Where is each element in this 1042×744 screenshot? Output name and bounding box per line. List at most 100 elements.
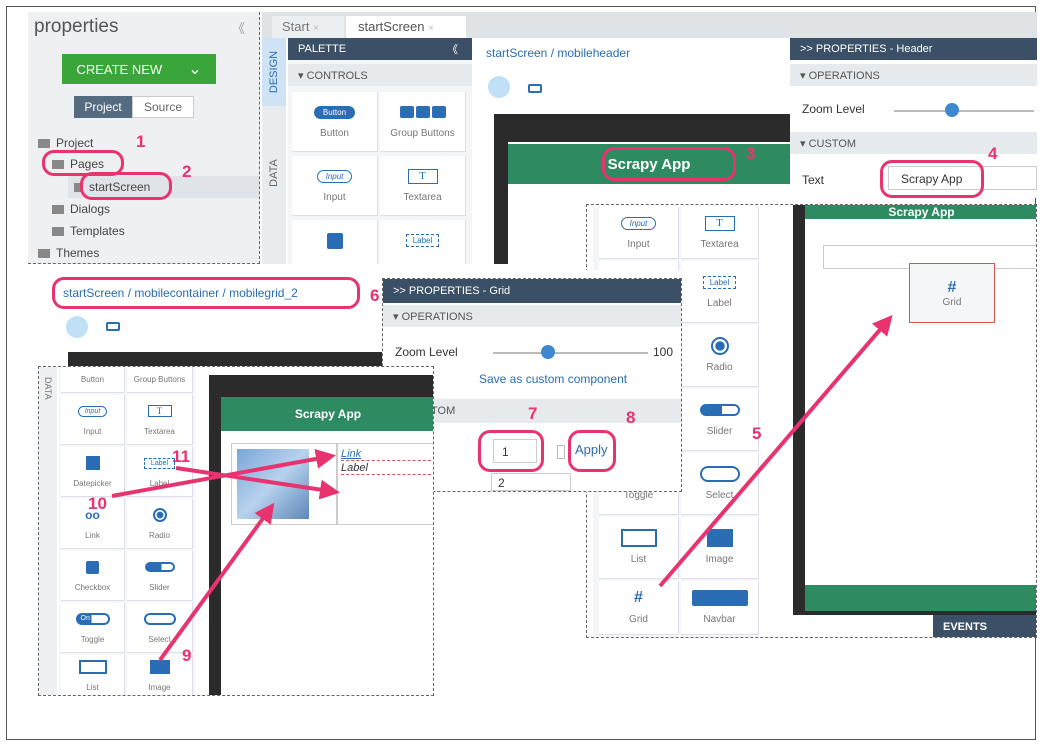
palette-input[interactable]: Input Input [599, 207, 679, 259]
tile-label: Link [85, 531, 100, 540]
palette-textarea[interactable]: T Textarea [380, 156, 466, 216]
phone-icon[interactable] [488, 76, 510, 98]
select-icon [699, 466, 740, 482]
checkbox-icon [86, 560, 99, 574]
palette-group-buttons[interactable]: Group Buttons [380, 92, 466, 152]
folder-icon [52, 205, 64, 215]
palette-datepicker[interactable]: Datepicker [61, 447, 125, 497]
properties-grid-title: >> PROPERTIES - Grid [383, 279, 681, 303]
create-new-button[interactable]: CREATE NEW ⌄ [62, 54, 216, 84]
palette-label[interactable]: Label Label [681, 261, 759, 323]
close-icon[interactable]: × [428, 23, 434, 34]
tab-start[interactable]: Start × [272, 16, 344, 38]
tablet-icon[interactable] [106, 322, 120, 331]
breadcrumb[interactable]: startScreen / mobileheader [486, 46, 630, 60]
tile-label: List [86, 683, 99, 692]
grid-label: Label [341, 462, 431, 475]
tree-item-templates[interactable]: Templates [52, 224, 125, 238]
tile-label: Label [149, 479, 170, 488]
controls-section[interactable]: ▾ CONTROLS [288, 64, 472, 86]
palette-button[interactable]: Button Button [292, 92, 378, 152]
properties-header-title: >> PROPERTIES - Header [790, 38, 1037, 60]
highlight-text-field [880, 160, 984, 198]
tile-label: Radio [149, 531, 170, 540]
stepper-icon[interactable] [557, 445, 565, 459]
palette-input[interactable]: Input Input [292, 156, 378, 216]
palette-select[interactable]: Select [681, 453, 759, 515]
grid-link[interactable]: Link [341, 448, 431, 461]
side-tab-design[interactable]: DESIGN [262, 38, 286, 106]
palette-datepicker[interactable] [292, 220, 378, 264]
palette-button[interactable]: Button [61, 367, 125, 393]
tile-label: Button [320, 128, 349, 139]
zoom-slider-track[interactable] [493, 352, 648, 354]
tree-item-themes[interactable]: Themes [38, 246, 99, 260]
tile-label: Slider [149, 583, 170, 592]
tablet-icon[interactable] [528, 84, 542, 93]
tree-item-project[interactable]: Project [38, 136, 93, 150]
close-icon[interactable]: × [313, 23, 319, 34]
calendar-icon [326, 232, 343, 249]
tab-source[interactable]: Source [132, 96, 194, 118]
select-icon [143, 613, 176, 625]
callout-number: 5 [752, 424, 762, 443]
image-icon [706, 529, 733, 547]
tree-item-dialogs[interactable]: Dialogs [52, 202, 110, 216]
palette-navbar[interactable]: Navbar [681, 581, 759, 635]
tab-startscreen[interactable]: startScreen × [346, 16, 466, 38]
collapse-icon[interactable]: 《 [447, 41, 458, 57]
grid-cell-image[interactable] [231, 443, 337, 525]
palette-radio[interactable]: Radio [127, 499, 193, 549]
side-tab-data[interactable]: DATA [39, 367, 57, 695]
tab-project[interactable]: Project [74, 96, 132, 118]
tile-label: Textarea [700, 239, 739, 250]
mobile-header[interactable]: Scrapy App [221, 397, 433, 431]
palette-image[interactable]: Image [681, 517, 759, 579]
mobile-header[interactable]: Scrapy App [805, 205, 1036, 219]
tile-label: Label [707, 298, 732, 309]
operations-section[interactable]: ▾ OPERATIONS [383, 305, 681, 327]
palette-group-buttons[interactable]: Group Buttons [127, 367, 193, 393]
radio-icon [710, 337, 729, 355]
folder-icon [52, 227, 64, 237]
palette-slider[interactable]: Slider [681, 389, 759, 451]
callout-number: 11 [172, 447, 190, 466]
custom-section[interactable]: ▾ CUSTOM [790, 132, 1037, 154]
zoom-slider-knob[interactable] [945, 103, 959, 117]
zoom-slider-knob[interactable] [541, 345, 555, 359]
slider-icon [144, 562, 175, 572]
palette-toggle[interactable]: On Toggle [61, 603, 125, 653]
palette-radio[interactable]: Radio [681, 325, 759, 387]
palette-textarea[interactable]: T Textarea [127, 395, 193, 445]
palette-slider[interactable]: Slider [127, 551, 193, 601]
palette-textarea[interactable]: T Textarea [681, 207, 759, 259]
events-tab[interactable]: EVENTS [933, 615, 1036, 637]
callout-number: 2 [182, 162, 192, 181]
grid-cell-text[interactable]: Link Label [337, 443, 433, 525]
slider-icon [699, 404, 740, 416]
collapse-icon[interactable]: 《 [232, 18, 245, 37]
side-tab-data[interactable]: DATA [262, 148, 286, 198]
phone-icon[interactable] [66, 316, 88, 338]
group-buttons-icon [399, 104, 446, 120]
folder-icon [38, 249, 50, 259]
tree-label: Dialogs [70, 202, 111, 216]
list-icon [620, 529, 657, 547]
palette-panel: PALETTE 《 ▾ CONTROLS Button Button Group … [288, 38, 472, 264]
tab-label: startScreen [358, 19, 425, 34]
palette-title: PALETTE [298, 43, 347, 55]
callout-number: 8 [626, 408, 636, 427]
palette-label[interactable]: Label [380, 220, 466, 264]
palette-checkbox[interactable]: Checkbox [61, 551, 125, 601]
operations-section[interactable]: ▾ OPERATIONS [790, 64, 1037, 86]
callout-number: 9 [182, 646, 192, 665]
grid-component[interactable]: # Grid [909, 263, 995, 323]
palette-list[interactable]: List [61, 655, 125, 695]
zoom-slider-track[interactable] [894, 110, 1034, 112]
save-custom-link[interactable]: Save as custom component [479, 372, 627, 386]
palette-input[interactable]: Input Input [61, 395, 125, 445]
cols-field[interactable]: 2 [491, 473, 571, 491]
palette-grid[interactable]: # Grid [599, 581, 679, 635]
tile-label: Input [323, 192, 346, 203]
palette-list[interactable]: List [599, 517, 679, 579]
